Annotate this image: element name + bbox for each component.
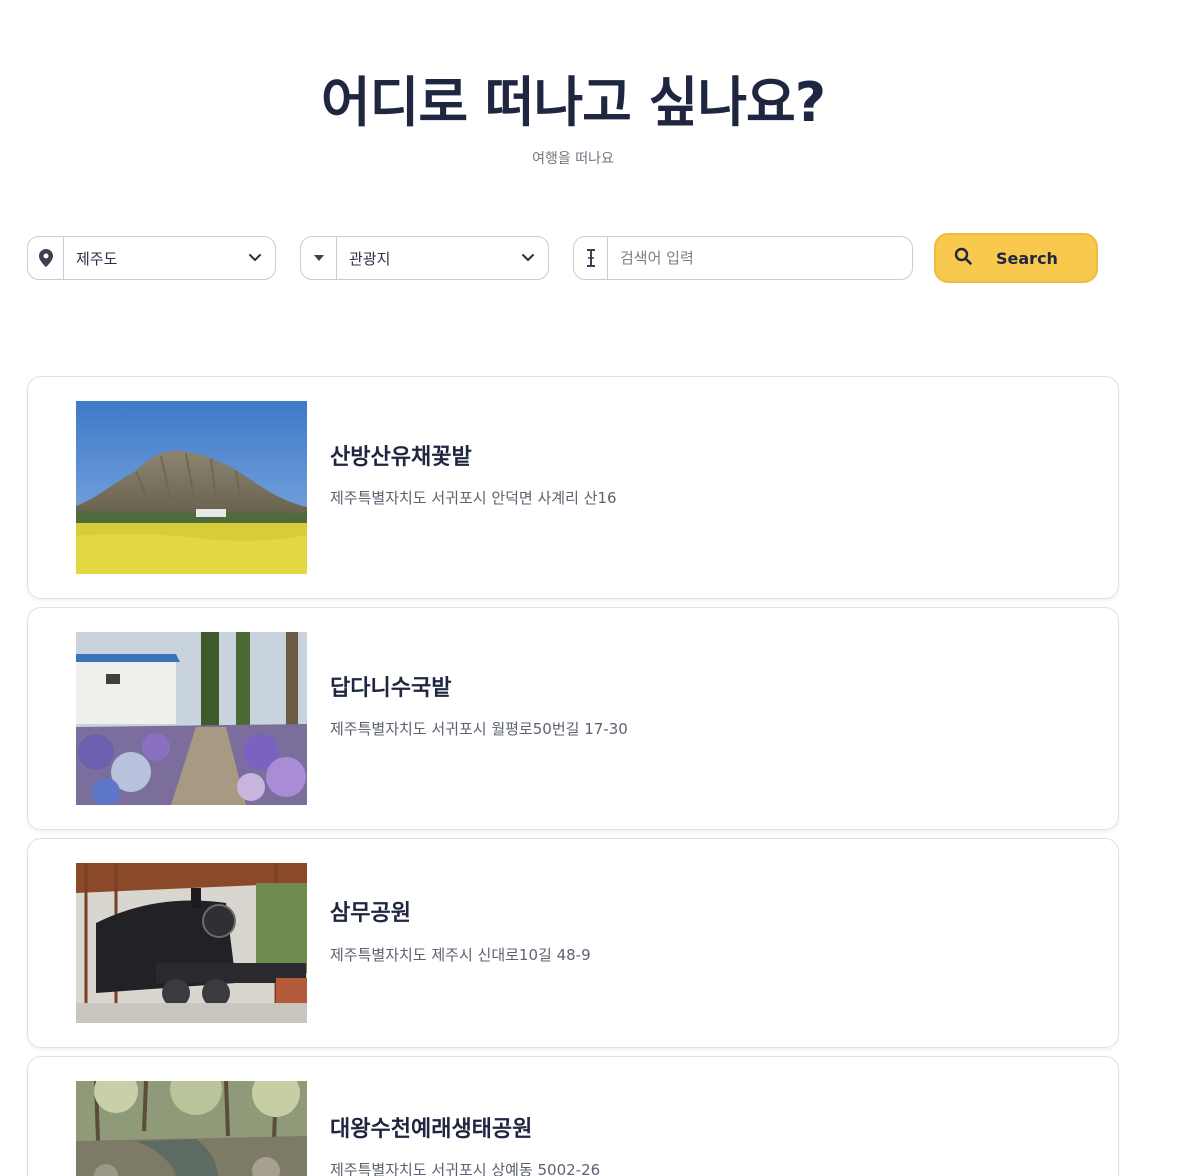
- result-address: 제주특별자치도 서귀포시 안덕면 사계리 산16: [330, 489, 617, 507]
- mountain-rapeseed-field-photo: [76, 401, 307, 574]
- result-address: 제주특별자치도 서귀포시 상예동 5002-26: [330, 1161, 601, 1176]
- result-card[interactable]: 대왕수천예래생태공원 제주특별자치도 서귀포시 상예동 5002-26: [27, 1056, 1119, 1176]
- result-title[interactable]: 삼무공원: [330, 895, 411, 927]
- chevron-down-icon: [235, 253, 275, 263]
- category-select-value: 관광지: [349, 249, 391, 268]
- search-icon: [954, 247, 972, 269]
- result-title[interactable]: 대왕수천예래생태공원: [330, 1111, 532, 1143]
- region-select-value: 제주도: [76, 249, 118, 268]
- result-address: 제주특별자치도 제주시 신대로10길 48-9: [330, 946, 591, 964]
- page-subtitle: 여행을 떠나요: [532, 151, 614, 167]
- region-select[interactable]: 제주도: [27, 236, 276, 280]
- stream-park-photo: [76, 1081, 307, 1176]
- search-button-label: Search: [996, 248, 1058, 268]
- keyword-input-group: [573, 236, 913, 280]
- search-button[interactable]: Search: [934, 233, 1098, 283]
- result-card[interactable]: 산방산유채꽃밭 제주특별자치도 서귀포시 안덕면 사계리 산16: [27, 376, 1119, 599]
- result-title[interactable]: 산방산유채꽃밭: [330, 439, 472, 471]
- result-card[interactable]: 답다니수국밭 제주특별자치도 서귀포시 월평로50번길 17-30: [27, 607, 1119, 830]
- map-pin-icon: [28, 237, 64, 279]
- result-title[interactable]: 답다니수국밭: [330, 670, 451, 702]
- text-cursor-icon: [574, 237, 608, 279]
- hydrangea-garden-photo: [76, 632, 307, 805]
- caret-down-icon: [301, 237, 337, 279]
- result-address: 제주특별자치도 서귀포시 월평로50번길 17-30: [330, 720, 628, 738]
- category-select[interactable]: 관광지: [300, 236, 549, 280]
- result-card[interactable]: 삼무공원 제주특별자치도 제주시 신대로10길 48-9: [27, 838, 1119, 1048]
- steam-locomotive-photo: [76, 863, 307, 1023]
- search-input[interactable]: [608, 237, 912, 279]
- page-title: 어디로 떠나고 싶나요?: [320, 71, 826, 134]
- chevron-down-icon: [508, 253, 548, 263]
